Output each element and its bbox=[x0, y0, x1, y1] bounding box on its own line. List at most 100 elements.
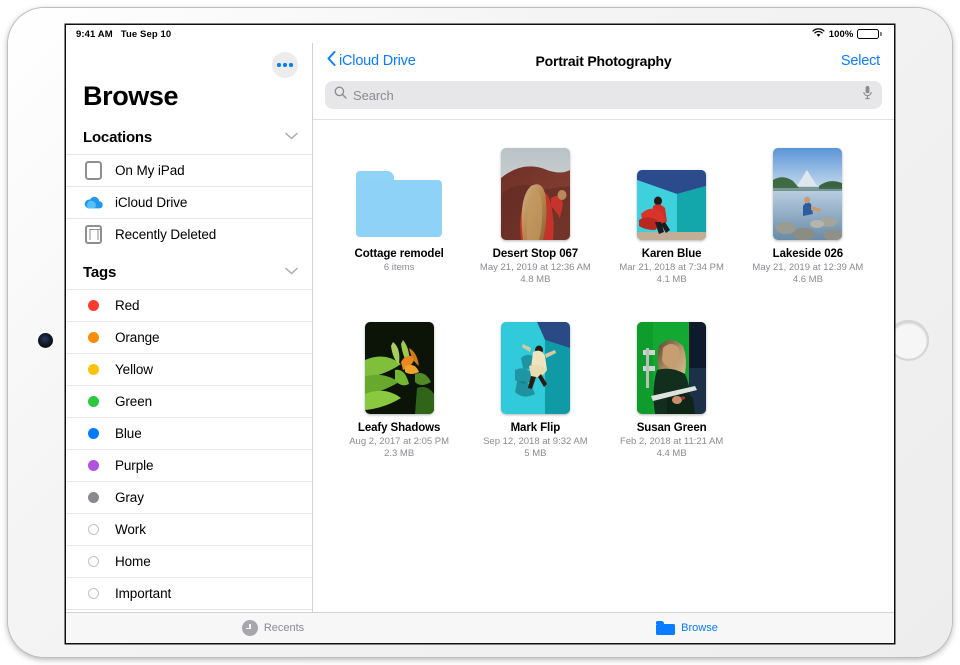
ipad-icon bbox=[83, 160, 104, 181]
status-bar: 9:41 AM Tue Sep 10 100% bbox=[66, 25, 894, 43]
thumbnail-container bbox=[365, 306, 434, 414]
item-name: Mark Flip bbox=[511, 422, 561, 434]
sidebar-tag-green[interactable]: Green bbox=[66, 385, 312, 417]
more-options-button[interactable] bbox=[272, 52, 298, 78]
select-button[interactable]: Select bbox=[841, 53, 880, 69]
ipad-device-frame: 9:41 AM Tue Sep 10 100% bbox=[8, 8, 952, 657]
photo-thumbnail bbox=[501, 322, 570, 414]
photo-thumbnail bbox=[637, 322, 706, 414]
sidebar-tag-work[interactable]: Work bbox=[66, 513, 312, 545]
item-name: Lakeside 026 bbox=[773, 248, 843, 260]
file-grid-container: Cottage remodel 6 items bbox=[313, 119, 894, 643]
sidebar-item-icloud-drive[interactable]: iCloud Drive bbox=[66, 186, 312, 218]
sidebar-tag-red[interactable]: Red bbox=[66, 289, 312, 321]
sidebar-tag-important[interactable]: Important bbox=[66, 577, 312, 609]
clock-icon bbox=[242, 620, 258, 636]
sidebar-item-recently-deleted[interactable]: Recently Deleted bbox=[66, 218, 312, 250]
split-view: Browse Locations On My iPad bbox=[66, 43, 894, 643]
tag-dot-icon bbox=[83, 359, 104, 380]
trash-icon bbox=[83, 224, 104, 245]
sidebar-item-label: iCloud Drive bbox=[115, 195, 187, 210]
tag-label: Gray bbox=[115, 490, 144, 505]
battery-full-icon bbox=[857, 29, 882, 39]
sidebar-item-on-my-ipad[interactable]: On My iPad bbox=[66, 154, 312, 186]
status-time: 9:41 AM bbox=[76, 29, 113, 40]
item-name: Desert Stop 067 bbox=[493, 248, 578, 260]
back-button[interactable]: iCloud Drive bbox=[327, 53, 416, 70]
front-camera-icon bbox=[38, 333, 53, 348]
search-placeholder: Search bbox=[353, 88, 856, 103]
status-date: Tue Sep 10 bbox=[121, 29, 171, 40]
tab-recents[interactable]: Recents bbox=[66, 613, 480, 643]
thumbnail-container bbox=[773, 132, 842, 240]
tag-label: Purple bbox=[115, 458, 153, 473]
item-meta-primary: 6 items bbox=[384, 262, 415, 274]
tag-dot-outline-icon bbox=[83, 583, 104, 604]
item-name: Susan Green bbox=[637, 422, 707, 434]
photo-thumbnail bbox=[773, 148, 842, 240]
photo-thumbnail bbox=[501, 148, 570, 240]
grid-item-photo[interactable]: Lakeside 026 May 21, 2019 at 12:39 AM 4.… bbox=[740, 132, 876, 286]
grid-item-photo[interactable]: Susan Green Feb 2, 2018 at 11:21 AM 4.4 … bbox=[604, 306, 740, 460]
grid-item-photo[interactable]: Mark Flip Sep 12, 2018 at 9:32 AM 5 MB bbox=[467, 306, 603, 460]
tab-bar: Recents Browse bbox=[66, 612, 894, 643]
icloud-icon bbox=[83, 192, 104, 213]
back-button-label: iCloud Drive bbox=[339, 53, 416, 69]
section-title-locations: Locations bbox=[83, 129, 152, 146]
grid-item-photo[interactable]: Desert Stop 067 May 21, 2019 at 12:36 AM… bbox=[467, 132, 603, 286]
thumbnail-container bbox=[356, 132, 442, 240]
tag-dot-icon bbox=[83, 295, 104, 316]
tag-label: Yellow bbox=[115, 362, 153, 377]
chevron-down-icon[interactable] bbox=[285, 267, 298, 278]
folder-icon bbox=[656, 621, 675, 635]
search-input[interactable]: Search bbox=[325, 81, 882, 109]
tag-label: Work bbox=[115, 522, 146, 537]
item-meta-secondary: 4.1 MB bbox=[657, 274, 687, 286]
item-meta-secondary: 4.6 MB bbox=[793, 274, 823, 286]
tag-dot-icon bbox=[83, 327, 104, 348]
section-title-tags: Tags bbox=[83, 264, 116, 281]
home-button[interactable] bbox=[888, 320, 929, 361]
sidebar-tag-yellow[interactable]: Yellow bbox=[66, 353, 312, 385]
tag-dot-icon bbox=[83, 391, 104, 412]
thumbnail-container bbox=[501, 132, 570, 240]
sidebar-tag-purple[interactable]: Purple bbox=[66, 449, 312, 481]
folder-icon bbox=[356, 171, 442, 237]
sidebar-tag-orange[interactable]: Orange bbox=[66, 321, 312, 353]
photo-thumbnail bbox=[365, 322, 434, 414]
microphone-icon[interactable] bbox=[862, 85, 873, 105]
chevron-down-icon[interactable] bbox=[285, 132, 298, 143]
battery-percent-label: 100% bbox=[829, 29, 854, 40]
tag-dot-icon bbox=[83, 455, 104, 476]
item-meta-secondary: 2.3 MB bbox=[384, 448, 414, 460]
sidebar-tag-gray[interactable]: Gray bbox=[66, 481, 312, 513]
grid-item-folder[interactable]: Cottage remodel 6 items bbox=[331, 132, 467, 286]
thumbnail-container bbox=[637, 306, 706, 414]
ellipsis-icon bbox=[277, 63, 280, 66]
tag-label: Important bbox=[115, 586, 171, 601]
navigation-bar: iCloud Drive Portrait Photography Select bbox=[313, 43, 894, 79]
chevron-left-icon bbox=[327, 51, 336, 70]
tag-label: Green bbox=[115, 394, 152, 409]
tab-label: Recents bbox=[264, 622, 304, 634]
item-meta-primary: Sep 12, 2018 at 9:32 AM bbox=[483, 436, 588, 448]
thumbnail-container bbox=[637, 132, 706, 240]
photo-thumbnail bbox=[637, 170, 706, 240]
tag-dot-outline-icon bbox=[83, 519, 104, 540]
section-header-tags[interactable]: Tags bbox=[66, 250, 312, 289]
thumbnail-container bbox=[501, 306, 570, 414]
ellipsis-icon bbox=[283, 63, 286, 66]
section-header-locations[interactable]: Locations bbox=[66, 124, 312, 154]
item-meta-secondary: 4.8 MB bbox=[520, 274, 550, 286]
tab-label: Browse bbox=[681, 622, 718, 634]
sidebar-tag-home[interactable]: Home bbox=[66, 545, 312, 577]
grid-item-photo[interactable]: Leafy Shadows Aug 2, 2017 at 2:05 PM 2.3… bbox=[331, 306, 467, 460]
search-container: Search bbox=[313, 79, 894, 119]
sidebar-tag-blue[interactable]: Blue bbox=[66, 417, 312, 449]
tag-dot-outline-icon bbox=[83, 551, 104, 572]
ellipsis-icon bbox=[289, 63, 292, 66]
tab-browse[interactable]: Browse bbox=[480, 613, 894, 643]
grid-item-photo[interactable]: Karen Blue Mar 21, 2018 at 7:34 PM 4.1 M… bbox=[604, 132, 740, 286]
item-meta-primary: Mar 21, 2018 at 7:34 PM bbox=[619, 262, 724, 274]
tag-label: Blue bbox=[115, 426, 142, 441]
